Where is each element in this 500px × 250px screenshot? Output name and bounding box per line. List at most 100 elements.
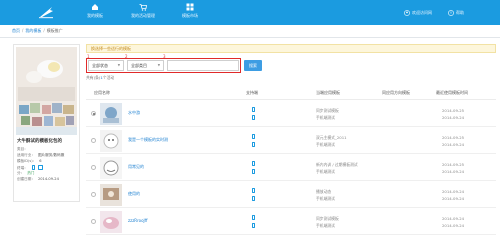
user-icon (404, 10, 410, 16)
status-select-value: 全部状态 (92, 63, 108, 68)
result-prefix: 共有(条) (86, 75, 101, 80)
row-select-radio[interactable] (91, 138, 96, 143)
nav-template-market[interactable]: 模板市场 (173, 3, 207, 25)
phone-icon (252, 115, 255, 120)
card-date-row: 创建日期： 2014-09-24 (17, 177, 81, 182)
column-header: 应用名称 (94, 90, 110, 95)
category-select[interactable]: 全部类目 ▼ (127, 60, 164, 71)
result-suffix: 个活动 (102, 75, 115, 80)
row-dates: 2014-09-25 2014-09-24 (442, 107, 464, 121)
column-header: 当端应用模板 (316, 90, 340, 95)
nav-my-templates-label: 我的模板 (87, 13, 103, 18)
cart-icon (139, 4, 147, 11)
table-row[interactable]: 水中游 同步测试模板 手机端测试 2014-09-25 2014-09-24 (86, 101, 496, 127)
help-label: 帮助 (456, 10, 464, 15)
table-row[interactable]: 使用的 播放动态手机端测试 2014-09-24 2014-09-24 (86, 182, 496, 208)
row-name-link[interactable]: 我是一个模板的实时测 (128, 137, 168, 143)
row-thumbnail (100, 130, 122, 152)
user-menu[interactable]: 欢迎访问网 (404, 9, 432, 17)
user-name: 欢迎访问网 (412, 10, 432, 15)
column-header: 最近使用模板时间 (436, 90, 468, 95)
nav-activity-management[interactable]: 我的活动管理 (126, 3, 160, 25)
row-template-1: 新内内训 / 过期模板测试 (316, 162, 358, 167)
row-template-1: 同步测试模板 (316, 108, 339, 113)
row-template-2: 手机端测试 (316, 115, 335, 120)
row-dates: 2014-09-24 2014-09-24 (442, 188, 464, 202)
breadcrumb-home[interactable]: 首页 (12, 28, 20, 33)
breadcrumb-current: 模板推广 (46, 28, 63, 33)
row-devices (252, 107, 257, 123)
phone-icon (31, 165, 35, 170)
phone-icon (252, 107, 255, 112)
row-date-1: 2014-09-25 (442, 108, 465, 113)
row-template-2: 手机端测试 (316, 169, 335, 174)
card-id-row: 模板ID(s)： 6 (17, 159, 81, 164)
table-row[interactable]: zzzRrooJff 同步测试模板 手机端测试 2014-09-24 2014-09… (86, 209, 496, 235)
breadcrumb-my-templates[interactable]: 我的模板 (25, 28, 41, 33)
phone-icon (252, 223, 255, 228)
row-template-2: 手机端测试 (316, 142, 335, 147)
card-value: 2014-09-24 (37, 177, 59, 181)
row-name-link[interactable]: zzzRrooJff (128, 218, 147, 223)
row-date-2: 2014-09-24 (442, 196, 465, 201)
row-select-radio[interactable] (91, 165, 96, 170)
column-header: 支持端 (246, 90, 258, 95)
row-thumbnail (100, 103, 122, 125)
row-dates: 2014-09-25 2014-09-24 (442, 134, 464, 148)
nav-my-templates[interactable]: 我的模板 (78, 3, 112, 25)
logo-icon[interactable] (38, 5, 54, 19)
page: 我的模板 我的活动管理 模板市场 欢迎访问网 帮助 首页 / 我的模板 / 模板… (0, 0, 500, 250)
nav-template-market-label: 模板市场 (182, 13, 198, 18)
top-bar: 我的模板 我的活动管理 模板市场 欢迎访问网 帮助 (0, 0, 500, 25)
phone-icon (252, 134, 255, 139)
phone-icon (252, 169, 255, 174)
card-label: 模板ID(s)： (17, 159, 37, 163)
template-preview-image[interactable] (16, 47, 77, 135)
search-button[interactable]: 搜索 (244, 60, 262, 71)
home-icon (92, 4, 98, 10)
row-template-2: 手机端测试 (316, 223, 335, 228)
notice-text: 换选择一些适行的模板 (91, 46, 131, 51)
row-date-2: 2014-09-24 (442, 223, 465, 228)
chevron-down-icon: ▼ (117, 63, 120, 67)
category-select-value: 全部类目 (131, 63, 147, 68)
card-label: 适用行业： (17, 153, 35, 157)
row-name-link[interactable]: 水中游 (128, 110, 140, 116)
row-templates: 同步测试模板 手机端测试 (316, 215, 339, 229)
table-header: 应用名称 支持端 当端应用模板 同应用方向模板 最近使用模板时间 (86, 86, 496, 100)
row-template-2: 手机端测试 (316, 196, 335, 201)
row-thumbnail (100, 157, 122, 179)
card-label: 终端： (17, 165, 28, 170)
breadcrumb: 首页 / 我的模板 / 模板推广 (12, 27, 63, 35)
row-template-1: 双元主模式_2011 (316, 135, 347, 140)
row-templates: 同步测试模板 手机端测试 (316, 107, 339, 121)
row-date-1: 2014-09-25 (442, 135, 465, 140)
row-template-1: 播放动态 (316, 189, 332, 194)
row-thumbnail (100, 184, 122, 206)
row-name-link[interactable]: 用常见的 (128, 164, 144, 170)
row-date-1: 2014-09-24 (442, 216, 465, 221)
row-name-link[interactable]: 使用的 (128, 191, 140, 197)
help-link[interactable]: 帮助 (448, 9, 464, 17)
status-select[interactable]: 全部状态 ▼ (88, 60, 124, 71)
phone-icon (252, 196, 255, 201)
card-terminal-row: 终端： (17, 165, 81, 171)
template-card: 大牛酥试的模板化包的 类目： 适用行业： 图片服务/数码服 模板ID(s)： 6 终… (13, 44, 80, 202)
row-dates: 2014-09-24 2014-09-24 (442, 215, 464, 229)
row-date-2: 2014-09-24 (442, 169, 465, 174)
row-select-radio[interactable] (91, 192, 96, 197)
table-row[interactable]: 用常见的 新内内训 / 过期模板测试 手机端测试 2014-09-25 2014-0… (86, 155, 496, 181)
row-templates: 播放动态 手机端测试 (316, 188, 335, 202)
nav-activity-management-label: 我的活动管理 (131, 13, 155, 18)
row-select-radio[interactable] (91, 111, 96, 116)
row-select-radio[interactable] (91, 219, 96, 224)
card-value: 热门 (27, 171, 35, 175)
row-thumbnail (100, 211, 122, 233)
card-industry-row: 适用行业： 图片服务/数码服 (17, 153, 81, 158)
search-input[interactable] (167, 60, 239, 71)
row-dates: 2014-09-25 2014-09-24 (442, 161, 464, 175)
card-category-row: 类目： (17, 147, 81, 152)
table-row[interactable]: 我是一个模板的实时测 双元主模式_2011 手机端测试 2014-09-25 201… (86, 128, 496, 154)
card-label: 创建日期： (17, 177, 35, 181)
breadcrumb-separator: / (22, 28, 24, 33)
